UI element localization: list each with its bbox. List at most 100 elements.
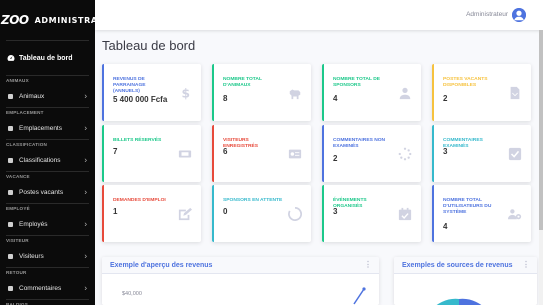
sidebar-section-heading: BALDIGS [6,302,29,305]
topbar: Administrateur [95,0,543,30]
panel-header: Exemples de sources de revenus ⋮ [394,257,537,274]
y-tick-label: $40,000 [122,291,142,297]
stat-card-value: 1 [113,207,118,216]
id-card-icon [288,147,302,161]
chevron-right-icon: › [84,155,87,165]
spinner-icon [398,147,412,161]
stat-card: DEMANDES D'EMPLOI 1 [102,185,201,242]
sidebar-item-0[interactable]: Animaux › [0,85,95,107]
stat-card-label: SPONSORS EN ATTENTE [223,198,283,203]
stat-card: NOMBRE TOTAL D'UTILISATEURS DU SYSTÈME 4 [432,185,531,242]
panel-title: Exemples de sources de revenus [402,261,513,269]
sidebar-section-heading: VISITEUR [6,238,29,243]
stat-card-label: NOMBRE TOTAL DE SPONSORS [333,77,381,88]
chevron-right-icon: › [84,123,87,133]
more-vertical-icon[interactable]: ⋮ [364,260,372,269]
ticket-icon [178,147,192,161]
stat-card: REVENUS DE PARRAINAGE (ANNUELS) 5 400 000… [102,64,201,121]
stat-card: NOMBRE TOTAL DE SPONSORS 4 [322,64,421,121]
stat-card-label: REVENUS DE PARRAINAGE (ANNUELS) [113,77,146,94]
stat-card-value: 6 [223,147,228,156]
sidebar-item-label: Classifications [19,156,61,164]
chevron-right-icon: › [84,283,87,293]
revenue-line-chart [353,287,366,305]
stat-card-label: VISITEURS ENREGISTRÉS [223,138,259,149]
sidebar-section-heading: RETOUR [6,270,27,275]
sidebar-item-label: Commentaires [19,284,62,292]
sidebar-item-label: Visiteurs [19,252,44,260]
panel-header: Exemple d'aperçu des revenus ⋮ [102,257,379,274]
chevron-right-icon: › [84,251,87,261]
file-icon [508,86,522,100]
dog-icon [288,86,302,100]
circle-notch-icon [288,206,302,221]
sidebar-item-4[interactable]: Employés › [0,213,95,235]
panel-title: Exemple d'aperçu des revenus [110,261,213,269]
revenue-sources-panel: Exemples de sources de revenus ⋮ [394,257,537,305]
list-icon [6,157,15,163]
zoo-logo: ZOO [1,13,29,27]
stat-card-value: 0 [223,207,228,216]
users-icon [6,253,15,259]
stat-card-label: NOMBRE TOTAL D'ANIMAUX [223,77,262,88]
stat-card-value: 5 400 000 Fcfa [113,95,168,104]
svg-text:$: $ [182,86,191,100]
sidebar-section-heading: EMPLOYÉ [6,206,30,211]
chevron-right-icon: › [84,91,87,101]
stat-card-label: COMMENTAIRES NON EXAMINÉS [333,138,386,149]
sidebar-item-2[interactable]: Classifications › [0,149,95,171]
users-cog-icon [508,207,522,221]
revenue-overview-panel: Exemple d'aperçu des revenus ⋮ $40,000 [102,257,379,305]
page-title: Tableau de bord [102,38,196,53]
sidebar-item-1[interactable]: Emplacements › [0,117,95,139]
sidebar-item-label: Employés [19,220,48,228]
sidebar-item-5[interactable]: Visiteurs › [0,245,95,267]
stat-card-label: NOMBRE TOTAL D'UTILISATEURS DU SYSTÈME [443,198,492,215]
chevron-right-icon: › [84,219,87,229]
stat-card-value: 3 [333,207,338,216]
stat-card-value: 7 [113,147,118,156]
stat-card-label: ÉVÉNEMENTS ORGANISÉS [333,198,367,209]
brand-title: ADMINISTRATEU [34,15,95,25]
comment-icon [6,285,15,291]
stat-card-label: COMMENTAIRES EXAMINÉS [443,138,483,149]
avatar[interactable] [512,8,526,22]
stat-card: COMMENTAIRES NON EXAMINÉS 2 [322,125,421,182]
dashboard-icon [6,54,15,62]
stat-card-label: DEMANDES D'EMPLOI [113,198,166,203]
stat-card: NOMBRE TOTAL D'ANIMAUX 8 [212,64,311,121]
sidebar: ZOO ADMINISTRATEU Tableau de bord ANIMAU… [0,0,95,305]
stat-card: POSTES VACANTS DISPONIBLES 2 [432,64,531,121]
stat-card-value: 4 [443,222,448,231]
more-vertical-icon[interactable]: ⋮ [522,260,530,269]
calendar-check-icon [398,207,412,221]
dollar-icon: $ [178,86,192,100]
sidebar-section-heading: EMPLACEMENT [6,110,44,115]
sidebar-item-label: Emplacements [19,124,62,132]
stat-card-value: 8 [223,94,228,103]
sidebar-section-heading: ANIMAUX [6,78,29,83]
sidebar-item-6[interactable]: Commentaires › [0,277,95,299]
stat-card-value: 2 [333,154,338,163]
sidebar-item-dashboard[interactable]: Tableau de bord [0,41,95,75]
sidebar-section-heading: CLASSIFICATION [6,142,47,147]
user-icon [6,221,15,227]
stat-card: COMMENTAIRES EXAMINÉS 3 [432,125,531,182]
brand[interactable]: ZOO ADMINISTRATEU [0,0,95,40]
stat-card-value: 4 [333,94,338,103]
sidebar-item-3[interactable]: Postes vacants › [0,181,95,203]
stat-card: VISITEURS ENREGISTRÉS 6 [212,125,311,182]
user-tie-icon [398,86,412,100]
edit-icon [178,207,192,221]
user-avatar-icon [512,8,526,22]
sidebar-section-heading: VACANCE [6,174,30,179]
scrollbar-thumb[interactable] [539,30,543,230]
stat-card: ÉVÉNEMENTS ORGANISÉS 3 [322,185,421,242]
check-square-icon [508,147,522,161]
user-name[interactable]: Administrateur [466,11,508,18]
stat-card-label: POSTES VACANTS DISPONIBLES [443,77,488,88]
sidebar-item-label: Tableau de bord [19,54,73,62]
stat-card: BILLETS RÉSERVÉS 7 [102,125,201,182]
briefcase-icon [6,189,15,195]
stat-card-value: 2 [443,94,448,103]
